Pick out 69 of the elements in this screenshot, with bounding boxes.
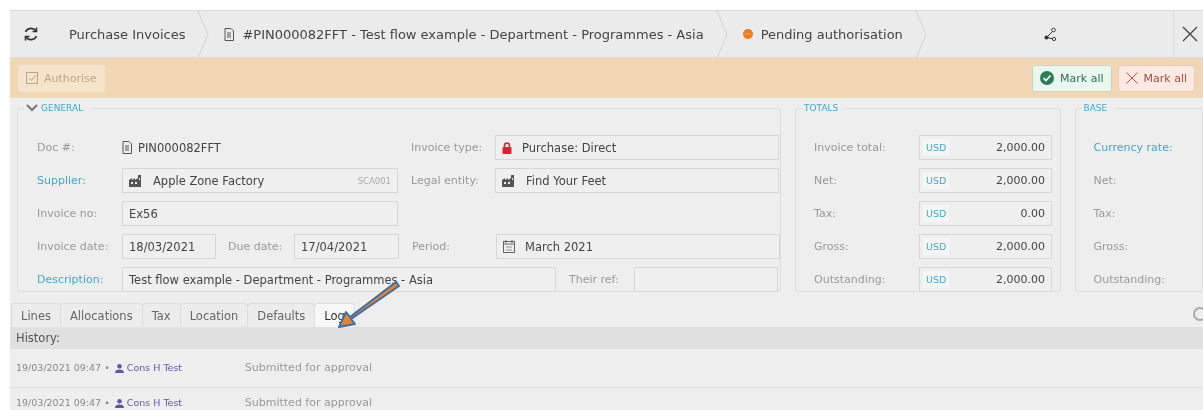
checkbox-icon xyxy=(26,72,38,84)
input-field[interactable]: Find Your Feet xyxy=(495,168,779,193)
share-icon xyxy=(1043,27,1056,41)
mark-all-button[interactable]: Mark all xyxy=(1117,64,1195,92)
field-label: Period: xyxy=(412,240,451,253)
currency-tag: USD xyxy=(923,139,950,156)
input-field[interactable] xyxy=(634,267,778,292)
user-icon xyxy=(114,398,124,408)
user-link[interactable]: Cons H Test xyxy=(114,398,245,408)
supplier-code: SCA001 xyxy=(357,175,391,186)
field-label: Doc #: xyxy=(37,141,76,154)
field-label: Legal entity: xyxy=(411,174,480,187)
field-label: Net: xyxy=(814,174,838,187)
user-link[interactable]: Cons H Test xyxy=(114,363,245,373)
currency-tag: USD xyxy=(923,238,950,255)
field-label: Tax: xyxy=(1093,207,1116,220)
input-field[interactable]: 17/04/2021 xyxy=(294,234,399,259)
building-icon xyxy=(129,174,143,187)
field-label: Gross: xyxy=(1093,240,1129,253)
history-header: History: xyxy=(10,328,1203,349)
input-field[interactable]: 18/03/2021 xyxy=(122,234,216,259)
timestamp: 19/03/2021 09:47 • xyxy=(16,398,110,408)
breadcrumb[interactable]: Purchase Invoices xyxy=(69,26,198,42)
log-message: Submitted for approval xyxy=(244,398,372,408)
amount-field[interactable]: USD 2,000.00 xyxy=(919,168,1052,193)
field-label: Invoice no: xyxy=(37,207,99,220)
check-circle-icon xyxy=(1040,71,1055,85)
section-title: GENERAL xyxy=(41,103,84,113)
field-label: Invoice total: xyxy=(814,141,887,154)
field-label: Due date: xyxy=(228,240,284,253)
input-field[interactable]: Ex56 xyxy=(122,201,398,226)
field-label: Invoice type: xyxy=(411,141,484,154)
amount-field[interactable]: USD 2,000.00 xyxy=(919,135,1052,160)
building-icon xyxy=(502,174,516,187)
input-field[interactable]: March 2021 xyxy=(496,234,780,259)
close-icon xyxy=(1125,72,1138,84)
input-field[interactable]: Apple Zone Factory SCA001 xyxy=(122,168,398,193)
amount-field[interactable]: USD 2,000.00 xyxy=(919,234,1052,259)
input-field[interactable]: Test flow example - Department - Programmes - Asia xyxy=(122,267,556,292)
amount-field[interactable]: USD 2,000.00 xyxy=(919,267,1052,292)
timestamp: 19/03/2021 09:47 • xyxy=(16,363,110,373)
status-dot-icon xyxy=(742,29,753,39)
document-icon xyxy=(122,141,132,154)
input-field[interactable]: Purchase: Direct xyxy=(495,135,779,160)
lock-icon xyxy=(502,141,512,154)
field-label: Their ref: xyxy=(569,273,620,286)
field-label: Invoice date: xyxy=(37,240,110,253)
section-title: BASE xyxy=(1083,103,1108,113)
field-label: Outstanding: xyxy=(814,273,887,286)
calendar-icon xyxy=(503,240,515,253)
amount-field[interactable]: USD 0.00 xyxy=(919,201,1052,226)
refresh-icon xyxy=(23,26,39,42)
field-value: PIN000082FFT xyxy=(122,135,398,160)
breadcrumb[interactable]: #PIN000082FFT - Test flow example - Department - Programmes - Asia xyxy=(209,26,716,42)
section-title: TOTALS xyxy=(804,103,839,113)
breadcrumb[interactable]: Pending authorisation xyxy=(727,26,915,42)
field-label: Outstanding: xyxy=(1093,273,1165,286)
currency-tag: USD xyxy=(923,205,950,222)
user-icon xyxy=(114,363,124,373)
field-label: Net: xyxy=(1093,174,1117,187)
tab[interactable]: Lines xyxy=(11,303,61,327)
currency-tag: USD xyxy=(923,271,950,288)
close-icon xyxy=(1182,26,1198,42)
field-label: Tax: xyxy=(814,207,837,220)
mark-all-button[interactable]: Mark all xyxy=(1032,64,1112,92)
log-message: Submitted for approval xyxy=(244,363,372,373)
currency-tag: USD xyxy=(923,172,950,189)
document-icon xyxy=(224,27,235,41)
field-label: Gross: xyxy=(814,240,850,253)
